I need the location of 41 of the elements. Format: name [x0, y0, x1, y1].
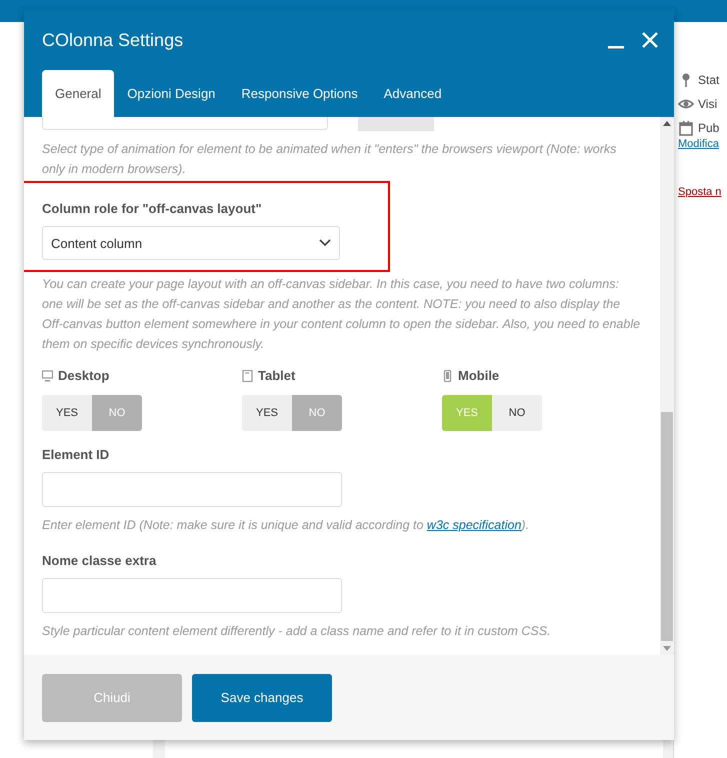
minimize-icon	[608, 46, 624, 49]
scroll-up-icon[interactable]	[663, 121, 671, 126]
device-label: Tablet	[258, 368, 296, 383]
specification-link[interactable]: w3c specification	[426, 518, 522, 532]
dialog-title: COlonna Settings	[42, 30, 184, 50]
tablet-icon	[242, 370, 253, 382]
device-label: Desktop	[58, 368, 110, 383]
calendar-icon	[678, 120, 694, 136]
scroll-down-icon[interactable]	[663, 646, 671, 651]
close-icon	[640, 30, 660, 50]
device-label: Mobile	[458, 368, 500, 383]
phone-icon	[442, 370, 453, 382]
field-label: Column role for "off-canvas layout"	[42, 201, 263, 216]
field-label: Element ID	[42, 447, 110, 462]
tab[interactable]: Opzioni Design	[114, 70, 228, 117]
sidebar-label: Stat	[698, 73, 720, 87]
help-text: You can create your page layout with an off-canvas sidebar. In this case, you need to have two columns: one will be set as the off-canvas sidebar and another as the content. NOTE: you need to also display the Off-canvas button element somewhere in your content column to open the sidebar. Also, you need to enable them on specific devices synchronously.	[42, 276, 642, 353]
extra-class-field[interactable]	[42, 578, 342, 613]
tab[interactable]: Advanced	[370, 70, 455, 117]
chevron-icon	[319, 239, 331, 247]
column-role-select[interactable]: Content column	[42, 226, 340, 260]
toggle-option[interactable]: NO	[492, 395, 542, 431]
animate-button[interactable]	[358, 117, 434, 131]
help-text: Style particular content element differently - add a class name and refer to it in custom CSS.	[42, 623, 552, 640]
sidebar-label: Pub	[698, 121, 720, 135]
toggle-option[interactable]: YES	[42, 395, 92, 431]
tab[interactable]: General	[42, 70, 114, 117]
help-text: Select type of animation for element to be animated when it "enters" the browsers viewport (Note: works only in modern browsers).	[42, 141, 618, 178]
edit-link[interactable]: Modifica	[678, 138, 719, 150]
save-button[interactable]: Save changes	[192, 674, 332, 722]
toggle-option[interactable]: YES	[242, 395, 292, 431]
trash-link[interactable]: Sposta n	[678, 186, 722, 198]
animation-select[interactable]	[42, 117, 328, 130]
element-id-field[interactable]	[42, 472, 342, 507]
field-label: Nome classe extra	[42, 553, 158, 568]
tab[interactable]: Responsive Options	[228, 70, 371, 117]
monitor-icon	[42, 370, 53, 382]
scrollbar[interactable]	[660, 117, 674, 655]
close-button[interactable]	[640, 30, 660, 50]
sidebar-label: Visi	[698, 97, 718, 111]
help-text: Enter element ID (Note: make sure it is unique and valid according to w3c specification).	[42, 517, 530, 534]
